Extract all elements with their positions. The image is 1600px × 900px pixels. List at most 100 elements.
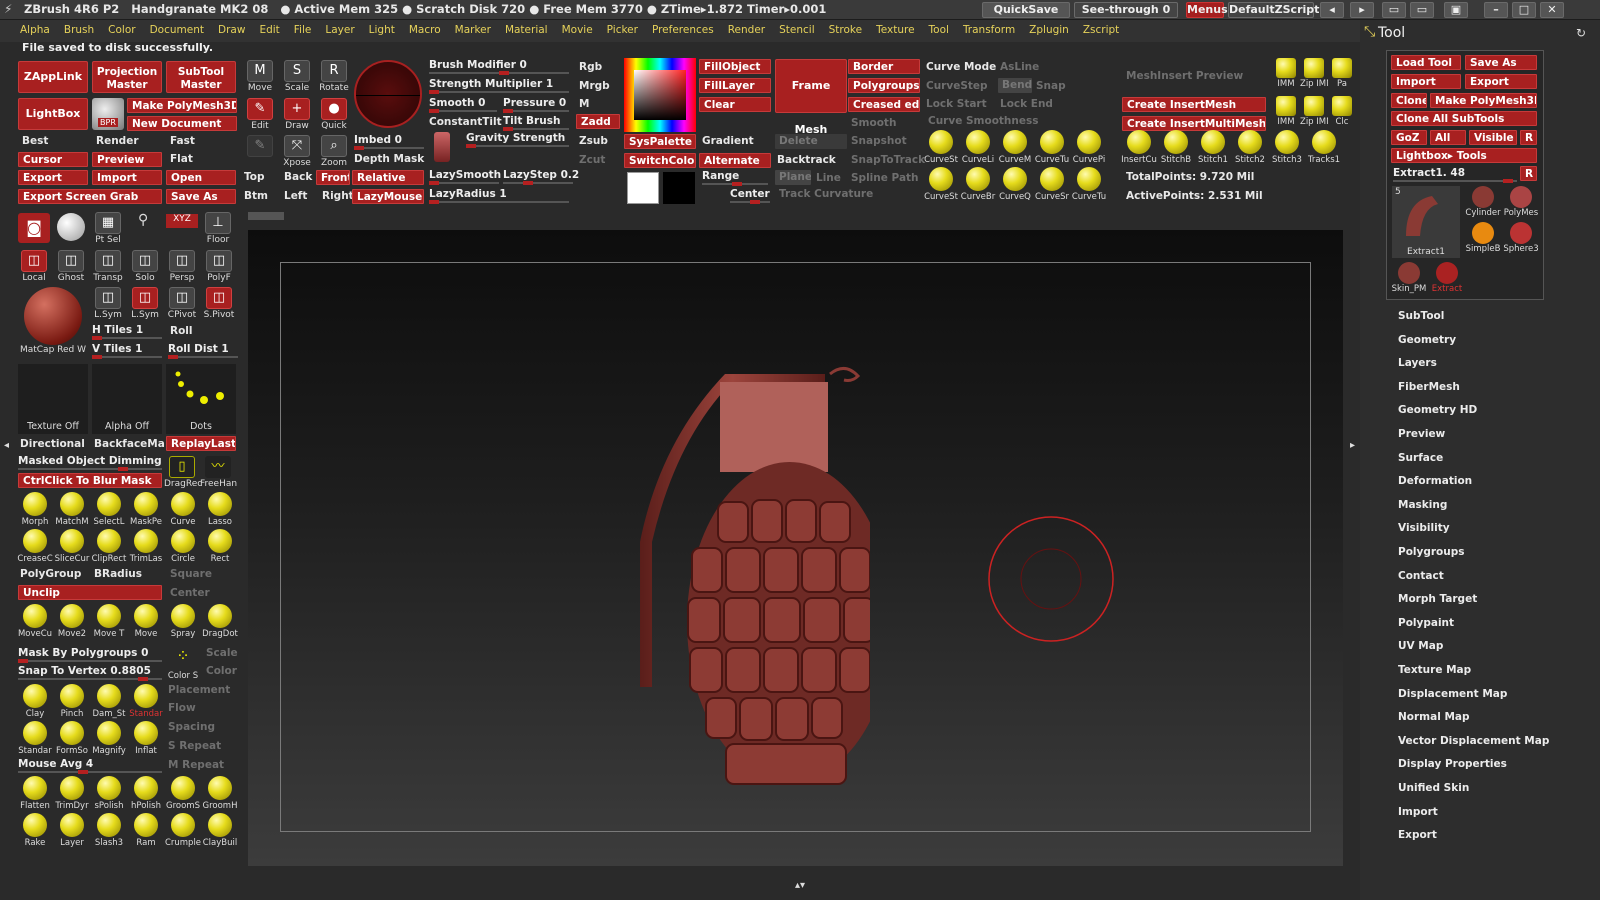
draw-tool[interactable]: + Draw: [279, 98, 315, 134]
tool-subpalette-item[interactable]: FiberMesh: [1398, 381, 1460, 393]
brush-button[interactable]: Magnify: [90, 721, 128, 759]
menu-item[interactable]: Layer: [325, 24, 354, 36]
layout-icon[interactable]: ▭: [1382, 2, 1406, 18]
preview-render-button[interactable]: Preview: [92, 152, 162, 167]
save-tool-as-button[interactable]: Save As: [1465, 55, 1537, 70]
new-document-button[interactable]: New Document: [127, 116, 237, 131]
menu-item[interactable]: Brush: [64, 24, 94, 36]
brush-button[interactable]: Inflat: [127, 721, 165, 759]
brush-button[interactable]: TrimDyr: [53, 776, 91, 814]
view-toggle[interactable]: ◫ S.Pivot: [201, 287, 237, 323]
delete-button[interactable]: Delete: [775, 134, 847, 149]
view-toggle[interactable]: ◫ Solo: [127, 250, 163, 286]
tool-export-button[interactable]: Export: [1465, 74, 1537, 89]
brush-button[interactable]: sPolish: [90, 776, 128, 814]
imm-brush[interactable]: Clc: [1328, 96, 1356, 134]
brush-button[interactable]: Flatten: [16, 776, 54, 814]
tool-subpalette-item[interactable]: Import: [1398, 806, 1438, 818]
tool-subpalette-item[interactable]: Geometry HD: [1398, 404, 1477, 416]
menu-item[interactable]: Tool: [929, 24, 949, 36]
brush-button[interactable]: CurveLi: [959, 130, 997, 168]
snapshot-button[interactable]: Snapshot: [851, 135, 907, 147]
clone-all-subtools-button[interactable]: Clone All SubTools: [1391, 111, 1537, 126]
brush-button[interactable]: CurveTu: [1033, 130, 1071, 168]
flow-slider[interactable]: Flow: [168, 702, 196, 714]
brush-button[interactable]: Stitch3: [1268, 130, 1306, 168]
brush-button[interactable]: Slash3: [90, 813, 128, 851]
brush-button[interactable]: CurveSr: [1033, 167, 1071, 205]
floor-tool[interactable]: ⊥ Floor: [200, 212, 236, 248]
save-as-button[interactable]: Save As: [166, 189, 236, 204]
camera-icon[interactable]: ◙: [18, 213, 50, 243]
m-repeat-slider[interactable]: M Repeat: [168, 759, 224, 771]
gravity-strength-slider[interactable]: Gravity Strength: [466, 131, 569, 148]
tool-subpalette-item[interactable]: Geometry: [1398, 334, 1456, 346]
tool-thumbnail[interactable]: PolyMes: [1502, 186, 1540, 218]
tool-subpalette-item[interactable]: Surface: [1398, 452, 1443, 464]
lazyradius-slider[interactable]: LazyRadius 1: [429, 187, 569, 204]
constant-tilt-toggle[interactable]: ConstantTilt: [429, 116, 502, 128]
lazystep-slider[interactable]: LazyStep 0.2: [503, 168, 579, 185]
brush-button[interactable]: Stitch1: [1194, 130, 1232, 168]
track-curvature-slider[interactable]: Track Curvature: [779, 188, 873, 200]
alternate-button[interactable]: Alternate: [699, 153, 771, 168]
close-icon[interactable]: ✕: [1540, 2, 1564, 18]
flat-render-button[interactable]: Flat: [166, 152, 236, 167]
tool-subpalette-item[interactable]: Masking: [1398, 499, 1447, 511]
brush-button[interactable]: ClipRect: [90, 529, 128, 567]
tool-subpalette-item[interactable]: Morph Target: [1398, 593, 1477, 605]
tool-subpalette-item[interactable]: Vector Displacement Map: [1398, 735, 1549, 747]
brush-button[interactable]: SliceCur: [53, 529, 91, 567]
tool-make-polymesh3d-button[interactable]: Make PolyMesh3D: [1430, 93, 1537, 108]
zapplink-button[interactable]: ZAppLink: [18, 61, 88, 93]
brush-button[interactable]: Move: [127, 604, 165, 642]
menu-item[interactable]: Document: [150, 24, 204, 36]
menu-item[interactable]: Light: [369, 24, 395, 36]
menu-item[interactable]: Color: [108, 24, 135, 36]
brush-button[interactable]: MatchM: [53, 492, 91, 530]
zcut-toggle[interactable]: Zcut: [579, 154, 605, 166]
tool-subpalette-item[interactable]: Contact: [1398, 570, 1444, 582]
snap-button[interactable]: Snap: [1036, 80, 1066, 92]
brush-button[interactable]: MaskPe: [127, 492, 165, 530]
brush-button[interactable]: Lasso: [201, 492, 239, 530]
view-toggle[interactable]: ◫ Ghost: [53, 250, 89, 286]
view-toggle[interactable]: ◫ L.Sym: [127, 287, 163, 323]
brush-button[interactable]: CurveQ: [996, 167, 1034, 205]
tool-palette-title[interactable]: Tool: [1378, 25, 1405, 41]
matcap-material[interactable]: MatCap Red W: [18, 287, 88, 357]
cursor-render-button[interactable]: Cursor: [18, 152, 88, 167]
brush-button[interactable]: CurveSt: [922, 130, 960, 168]
export-button[interactable]: Export: [18, 170, 88, 185]
stroke-slot[interactable]: Dots: [166, 364, 236, 434]
scroll-left-icon[interactable]: ◂: [1320, 2, 1344, 18]
smooth-curve-button[interactable]: Smooth: [851, 117, 896, 129]
color-toggle[interactable]: Color: [206, 665, 237, 677]
menu-item[interactable]: Zscript: [1083, 24, 1119, 36]
current-tool-slider[interactable]: Extract1. 48: [1393, 166, 1517, 183]
freehand-tool[interactable]: 〰 FreeHan: [200, 456, 237, 492]
imm-brush[interactable]: IMM: [1272, 96, 1300, 134]
replaylast-button[interactable]: ReplayLast: [166, 436, 236, 451]
current-tool-r-button[interactable]: R: [1520, 166, 1537, 181]
tool-subpalette-item[interactable]: Polygroups: [1398, 546, 1465, 558]
ctrlclick-blur-mask-button[interactable]: CtrlClick To Blur Mask: [18, 473, 162, 488]
tool-subpalette-item[interactable]: Export: [1398, 829, 1437, 841]
gradient-toggle[interactable]: Gradient: [702, 135, 754, 147]
create-insertmesh-button[interactable]: Create InsertMesh: [1122, 97, 1266, 112]
brush-button[interactable]: Stitch2: [1231, 130, 1269, 168]
make-polymesh3d-button[interactable]: Make PolyMesh3D: [127, 98, 237, 113]
brush-button[interactable]: Tracks1: [1305, 130, 1343, 168]
menu-item[interactable]: Edit: [259, 24, 279, 36]
open-button[interactable]: Open: [166, 170, 236, 185]
roll-toggle[interactable]: Roll: [170, 325, 193, 337]
left-view-button[interactable]: Left: [284, 190, 307, 202]
menu-item[interactable]: Stencil: [779, 24, 815, 36]
brush-button[interactable]: Layer: [53, 813, 91, 851]
tool-subpalette-item[interactable]: Unified Skin: [1398, 782, 1469, 794]
tool-subpalette-item[interactable]: Visibility: [1398, 522, 1450, 534]
tool-subpalette-item[interactable]: UV Map: [1398, 640, 1443, 652]
relative-button[interactable]: Relative: [352, 170, 424, 185]
clone-button[interactable]: Clone: [1391, 93, 1427, 108]
bpr-render-icon[interactable]: BPR: [92, 98, 124, 130]
